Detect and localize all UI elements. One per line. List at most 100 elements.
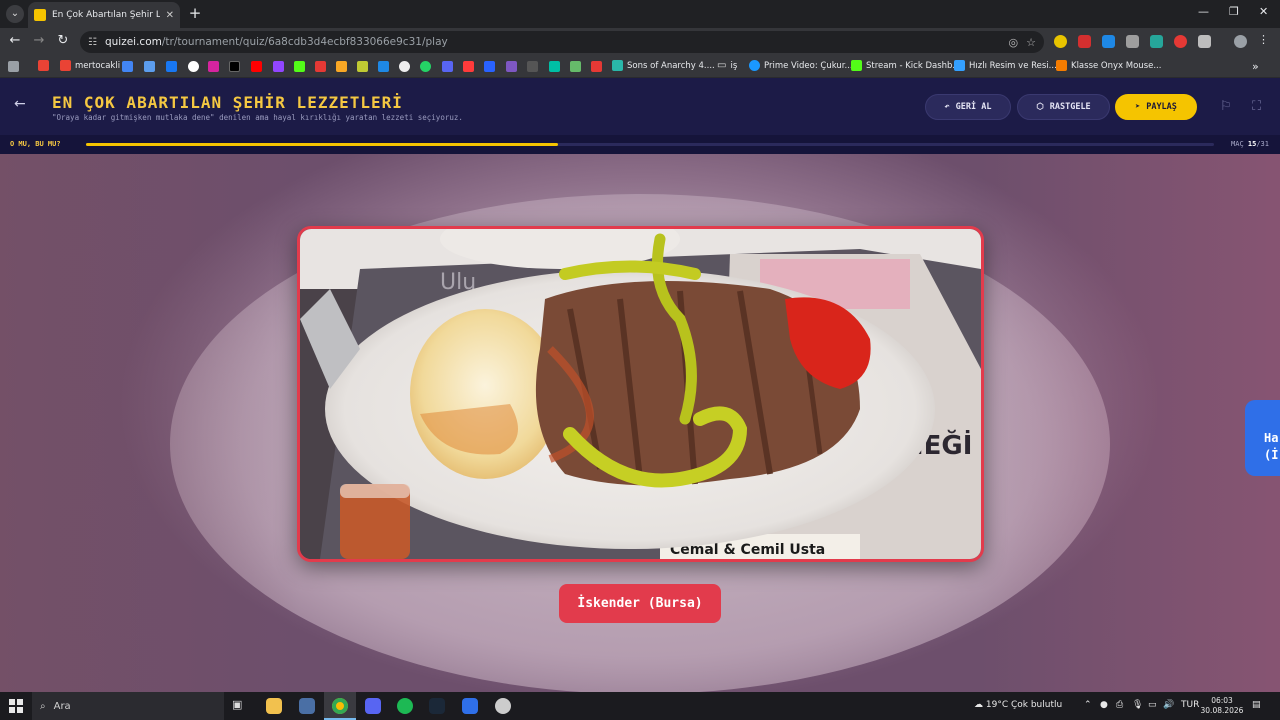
microphone-icon[interactable]: 🎙 (1132, 700, 1143, 710)
bookmark-icon[interactable] (506, 61, 517, 72)
bookmark-folder-is[interactable]: ▭ iş (717, 60, 737, 71)
youtube-icon[interactable] (251, 61, 262, 72)
calculator-icon[interactable] (299, 698, 315, 714)
share-button[interactable]: ➤ PAYLAŞ (1115, 94, 1197, 120)
tray-icon[interactable]: ● (1100, 700, 1108, 710)
kick-icon[interactable] (294, 61, 305, 72)
browser-tab-active[interactable]: En Çok Abartılan Şehir Lezzetler ✕ (28, 2, 180, 28)
choice-card[interactable]: Ulu bap EMEĞİ Cemal & Cemil Usta (297, 226, 984, 562)
bookmark-hizli-resim[interactable]: Hızlı Resim ve Resi... (954, 60, 1057, 71)
bookmark-icon[interactable] (336, 61, 347, 72)
bookmark-klasse-onyx[interactable]: Klasse Onyx Mouse... (1056, 60, 1161, 71)
gmail-icon (38, 60, 49, 71)
close-window-icon[interactable]: ✕ (1259, 5, 1268, 18)
iskender-food-image[interactable]: Ulu bap EMEĞİ Cemal & Cemil Usta (300, 229, 981, 559)
adblock-extension-icon[interactable] (1078, 35, 1091, 48)
whatsapp-icon[interactable] (420, 61, 431, 72)
next-choice-card-peek[interactable]: Ha (İ (1245, 400, 1280, 476)
back-arrow-icon[interactable]: ← (14, 96, 26, 112)
bookmark-icon[interactable] (315, 61, 326, 72)
apps-grid-icon[interactable] (8, 61, 19, 72)
bookmark-icon[interactable] (122, 61, 133, 72)
menu-kebab-icon[interactable]: ⋮ (1258, 33, 1271, 46)
bookmark-icon[interactable] (484, 61, 495, 72)
tab-title: En Çok Abartılan Şehir Lezzetler (52, 10, 160, 20)
tray-chevron-icon[interactable]: ⌃ (1084, 700, 1092, 710)
bookmark-icon[interactable] (591, 61, 602, 72)
windows-start-icon[interactable] (9, 699, 23, 713)
bookmark-gmail[interactable] (38, 60, 53, 71)
steam-icon[interactable] (429, 698, 445, 714)
facebook-icon[interactable] (166, 61, 177, 72)
discord-icon[interactable] (365, 698, 381, 714)
progress-bar-fill (86, 143, 558, 146)
send-icon: ➤ (1135, 102, 1141, 112)
taskbar-search-box[interactable]: ⌕ Ara (32, 692, 224, 720)
google-icon[interactable] (188, 61, 199, 72)
bookmark-icon[interactable] (570, 61, 581, 72)
instagram-icon[interactable] (208, 61, 219, 72)
yandex-icon[interactable] (463, 61, 474, 72)
extension-icon[interactable] (1102, 35, 1115, 48)
weather-widget[interactable]: ☁ 19°C Çok bulutlu (974, 700, 1062, 710)
bookmark-mertocakli[interactable]: mertocakli (60, 60, 120, 71)
forward-arrow-icon[interactable]: → (30, 33, 48, 48)
x-icon[interactable] (229, 61, 240, 72)
extensions-puzzle-icon[interactable] (1198, 35, 1211, 48)
reload-icon[interactable]: ↻ (54, 33, 72, 48)
network-icon[interactable]: ▭ (1148, 700, 1157, 710)
site-info-icon[interactable]: ☷ (88, 37, 97, 48)
prime-video-icon (749, 60, 760, 71)
flag-icon[interactable]: ⚐ (1220, 99, 1232, 114)
bookmark-icon[interactable] (357, 61, 368, 72)
bookmark-star-icon[interactable]: ☆ (1026, 36, 1036, 49)
bookmark-prime-video[interactable]: Prime Video: Çukur... (749, 60, 853, 71)
language-indicator[interactable]: TUR (1181, 700, 1199, 710)
chrome-icon[interactable] (332, 698, 348, 714)
undo-button[interactable]: ↶ GERİ AL (925, 94, 1011, 120)
more-bookmarks-chevron-icon[interactable]: » (1252, 60, 1259, 73)
close-tab-icon[interactable]: ✕ (166, 10, 174, 21)
back-arrow-icon[interactable]: ← (6, 33, 24, 48)
bookmark-icon[interactable] (144, 61, 155, 72)
undo-icon: ↶ (944, 102, 950, 112)
bookmark-icon[interactable] (527, 61, 538, 72)
profile-avatar-icon[interactable] (1234, 35, 1247, 48)
extension-icon[interactable] (1054, 35, 1067, 48)
search-icon: ⌕ (40, 700, 46, 712)
task-view-icon[interactable]: ▣ (232, 698, 248, 714)
extension-icon[interactable] (1126, 35, 1139, 48)
app-icon[interactable] (462, 698, 478, 714)
url-text: quizei.com/tr/tournament/quiz/6a8cdb3d4e… (104, 36, 448, 48)
app-icon[interactable] (495, 698, 511, 714)
bookmarks-bar: mertocakli Sons of Anarchy 4.... ▭ iş Pr… (0, 56, 1280, 78)
taskbar-clock[interactable]: 06:03 30.08.2026 (1200, 696, 1244, 716)
address-bar[interactable]: ☷ quizei.com/tr/tournament/quiz/6a8cdb3d… (80, 31, 1044, 53)
new-tab-plus-icon[interactable]: + (186, 5, 204, 23)
bookmark-icon[interactable] (442, 61, 453, 72)
browser-toolbar: ← → ↻ ☷ quizei.com/tr/tournament/quiz/6a… (0, 28, 1280, 56)
file-explorer-icon[interactable] (266, 698, 282, 714)
notifications-icon[interactable]: ▤ (1252, 700, 1261, 710)
twitch-icon[interactable] (273, 61, 284, 72)
bookmark-sons-of-anarchy[interactable]: Sons of Anarchy 4.... (612, 60, 715, 71)
restore-icon[interactable]: ❐ (1229, 5, 1239, 18)
tab-search-chevron-icon[interactable]: ⌄ (6, 5, 24, 23)
volume-icon[interactable]: 🔊 (1163, 700, 1174, 710)
bookmark-kick-dashboard[interactable]: Stream - Kick Dashb... (851, 60, 961, 71)
fullscreen-icon[interactable]: ⛶ (1252, 99, 1261, 114)
spotify-icon[interactable] (397, 698, 413, 714)
choice-name-button[interactable]: İskender (Bursa) (559, 584, 721, 623)
random-button[interactable]: ⬡ RASTGELE (1017, 94, 1110, 120)
bookmark-icon (1056, 60, 1067, 71)
tray-icon[interactable]: ⎙ (1116, 700, 1123, 710)
bookmark-icon (954, 60, 965, 71)
github-icon[interactable] (399, 61, 410, 72)
minimize-icon[interactable]: — (1198, 5, 1209, 18)
extension-icon[interactable] (1174, 35, 1187, 48)
bookmark-icon[interactable] (378, 61, 389, 72)
extension-icon[interactable] (1150, 35, 1163, 48)
quiz-page: ← EN ÇOK ABARTILAN ŞEHİR LEZZETLERİ "Ora… (0, 78, 1280, 692)
bookmark-icon[interactable] (549, 61, 560, 72)
eye-off-icon[interactable]: ◎ (1009, 36, 1019, 49)
